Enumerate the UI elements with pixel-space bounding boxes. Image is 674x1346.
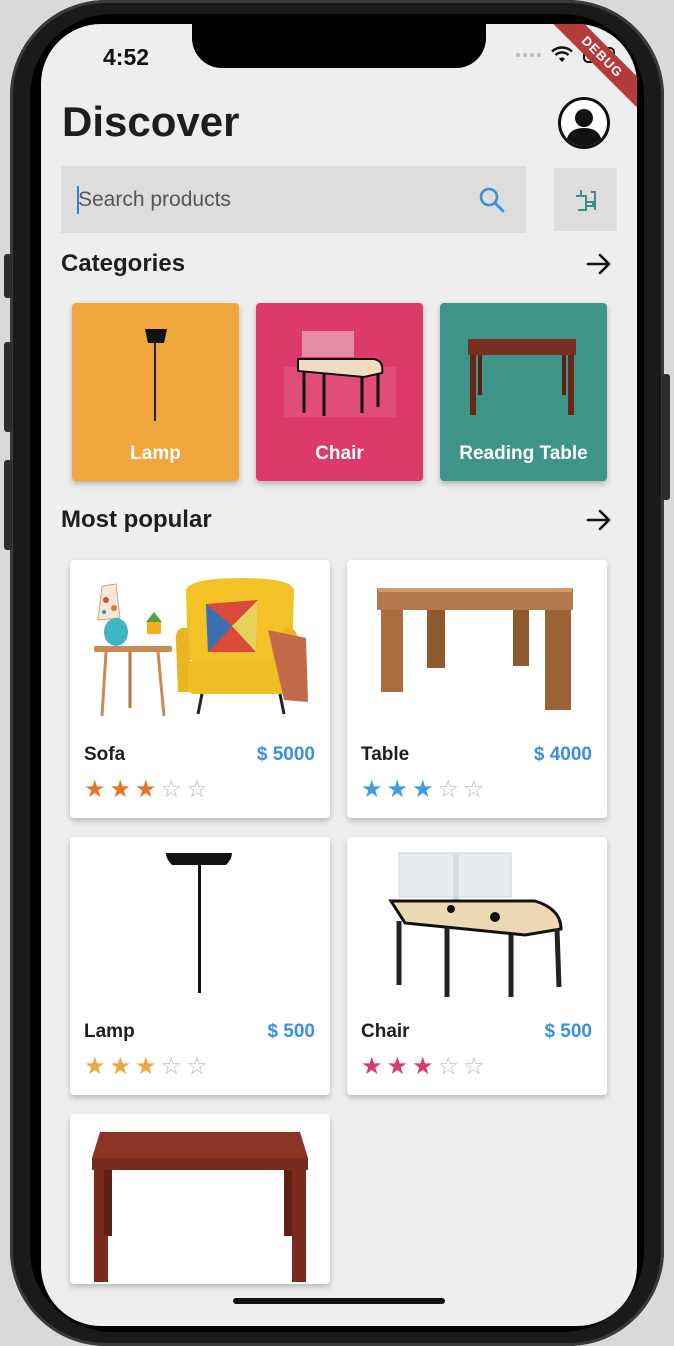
product-card-sofa[interactable]: Sofa $ 5000 ★ ★ ★ ☆ ☆ [70,560,330,818]
volume-up-button [4,342,12,432]
star-filled-icon: ★ [109,776,132,803]
star-filled-icon: ★ [84,776,106,803]
product-card-chair[interactable]: Chair $ 500 ★ ★ ★ ☆ ☆ [347,837,607,1095]
product-price: $ 500 [267,1021,315,1042]
notch [192,24,486,68]
star-filled-icon: ★ [386,776,409,803]
power-button [662,374,670,500]
category-label: Chair [315,443,364,464]
category-card-lamp[interactable]: Lamp [72,303,239,481]
signal-icon [516,53,541,57]
most-popular-see-all-arrow-icon[interactable] [585,506,613,534]
star-filled-icon: ★ [135,1053,157,1080]
search-input[interactable] [61,166,461,233]
star-filled-icon: ★ [84,1053,106,1080]
star-filled-icon: ★ [412,776,434,803]
rating-stars: ★ ★ ★ ☆ ☆ [84,1055,208,1079]
search-icon[interactable] [478,186,506,214]
star-empty-icon: ☆ [160,1053,183,1080]
reading-table-image [92,1132,308,1282]
categories-list: Lamp Chair Reading Table [61,296,617,490]
search-bar[interactable] [61,166,526,233]
star-empty-icon: ☆ [160,776,183,803]
wifi-icon [551,46,573,62]
status-time: 4:52 [103,44,150,70]
star-filled-icon: ★ [109,1053,132,1080]
star-filled-icon: ★ [135,776,157,803]
star-empty-icon: ☆ [186,1053,208,1080]
reading-table-image [468,339,576,415]
star-filled-icon: ★ [412,1053,434,1080]
category-label: Reading Table [459,443,588,464]
product-card-reading-table[interactable] [70,1114,330,1284]
star-empty-icon: ☆ [437,1053,460,1080]
product-price: $ 5000 [256,744,315,765]
star-empty-icon: ☆ [437,776,460,803]
product-name: Chair [361,1021,410,1042]
rating-stars: ★ ★ ★ ☆ ☆ [361,778,485,802]
lamp-image [145,329,167,421]
table-image [377,588,573,710]
most-popular-title: Most popular [61,506,212,533]
profile-avatar[interactable] [558,97,610,149]
app-screen: DEBUG 4:52 Discover Categories [41,24,637,1326]
chair-image [284,331,396,417]
chair-image [388,852,563,997]
categories-see-all-arrow-icon[interactable] [585,250,613,278]
user-icon [566,109,602,146]
rating-stars: ★ ★ ★ ☆ ☆ [361,1055,485,1079]
star-empty-icon: ☆ [186,776,208,803]
product-name: Lamp [84,1021,135,1042]
text-cursor [77,186,79,214]
rating-stars: ★ ★ ★ ☆ ☆ [84,778,208,802]
category-card-chair[interactable]: Chair [256,303,423,481]
filter-button[interactable] [554,168,617,231]
lamp-image [166,853,232,993]
filter-icon [575,189,596,211]
star-empty-icon: ☆ [463,776,485,803]
sofa-image [94,578,308,717]
product-name: Sofa [84,744,126,765]
product-name: Table [361,744,410,765]
volume-down-button [4,460,12,550]
categories-title: Categories [61,250,186,277]
star-filled-icon: ★ [361,776,383,803]
star-filled-icon: ★ [386,1053,409,1080]
product-price: $ 500 [544,1021,592,1042]
category-label: Lamp [130,443,181,464]
product-card-lamp[interactable]: Lamp $ 500 ★ ★ ★ ☆ ☆ [70,837,330,1095]
page-title: Discover [62,98,240,145]
category-card-reading-table[interactable]: Reading Table [440,303,607,481]
star-filled-icon: ★ [361,1053,383,1080]
home-indicator[interactable] [233,1298,445,1304]
product-price: $ 4000 [533,744,592,765]
star-empty-icon: ☆ [463,1053,485,1080]
mute-switch [4,254,12,298]
product-card-table[interactable]: Table $ 4000 ★ ★ ★ ☆ ☆ [347,560,607,818]
